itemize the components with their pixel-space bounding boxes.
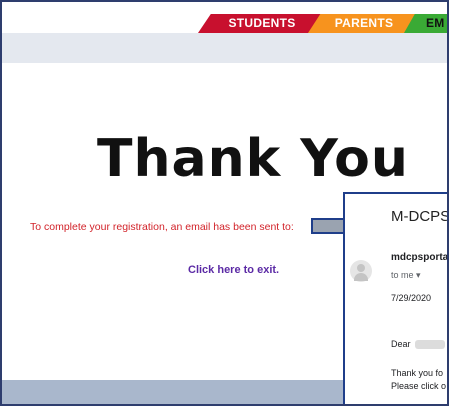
registration-message: To complete your registration, an email … bbox=[30, 221, 294, 233]
email-greeting: Dear bbox=[391, 339, 411, 349]
email-recipient-toggle[interactable]: to me ▾ bbox=[391, 270, 421, 281]
email-date: 7/29/2020 bbox=[391, 293, 432, 303]
tab-students[interactable]: STUDENTS bbox=[198, 14, 326, 33]
redacted-recipient-name bbox=[415, 340, 445, 349]
top-tab-bar: STUDENTS PARENTS EM bbox=[2, 2, 447, 33]
header-band bbox=[2, 33, 447, 63]
email-preview-panel: M-DCPS mdcpsporta to me ▾ 7/29/2020 Dear… bbox=[343, 192, 449, 404]
tab-parents[interactable]: PARENTS bbox=[308, 14, 420, 33]
exit-link[interactable]: Click here to exit. bbox=[188, 264, 279, 276]
email-body-line-2: Please click o bbox=[391, 381, 447, 391]
page-title: Thank You bbox=[97, 129, 409, 189]
email-subject: M-DCPS bbox=[391, 208, 449, 225]
screenshot-frame: STUDENTS PARENTS EM Thank You To complet… bbox=[0, 0, 449, 406]
email-body-line-1: Thank you fo bbox=[391, 368, 444, 378]
email-sender: mdcpsporta bbox=[391, 252, 449, 263]
avatar-icon bbox=[350, 260, 372, 282]
